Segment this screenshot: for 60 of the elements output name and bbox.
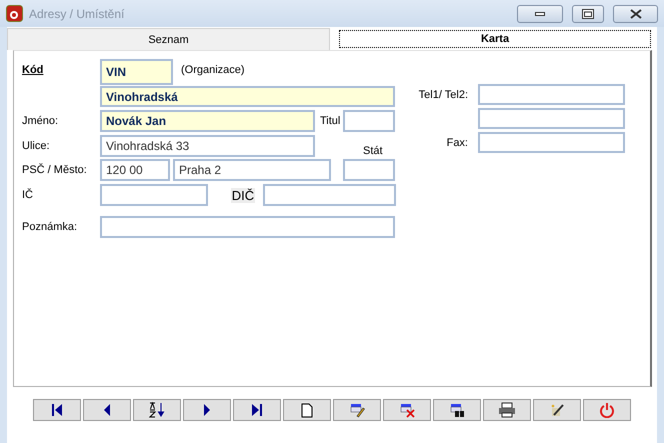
minimize-button[interactable] <box>517 4 563 22</box>
text-field[interactable]: 120 00 <box>100 159 170 181</box>
note-text: (Organizace) <box>181 64 246 76</box>
field-label: Fax: <box>446 136 468 148</box>
text-field[interactable]: VIN <box>100 59 173 85</box>
field-label: DIČ <box>231 188 255 202</box>
field-label: PSČ / Město: <box>22 164 88 176</box>
previous-record-icon <box>103 403 111 417</box>
delete-record-icon <box>399 402 415 418</box>
text-field[interactable] <box>263 184 396 206</box>
last-record-icon <box>251 403 263 417</box>
new-document-icon <box>301 402 313 418</box>
field-label: Jméno: <box>22 115 60 127</box>
field-label: Titul <box>320 115 342 127</box>
minimize-icon <box>535 12 545 16</box>
edit-record-button[interactable] <box>333 399 381 421</box>
text-field[interactable] <box>343 159 395 181</box>
find-record-icon <box>449 402 465 418</box>
tab[interactable]: Seznam <box>7 28 330 50</box>
last-record-button[interactable] <box>233 399 281 421</box>
text-field[interactable] <box>100 184 208 206</box>
sort-icon <box>149 402 165 418</box>
field-label: IČ <box>22 189 34 201</box>
text-field[interactable]: Vinohradská <box>100 86 395 107</box>
text-field[interactable] <box>478 84 625 105</box>
next-record-icon <box>203 403 211 417</box>
app-icon <box>6 5 23 22</box>
field-label: Tel1/ Tel2: <box>418 88 468 100</box>
text-field[interactable] <box>343 110 395 132</box>
power-button[interactable] <box>583 399 631 421</box>
text-field[interactable] <box>478 108 625 129</box>
maximize-button[interactable] <box>572 4 604 22</box>
field-label: Kód <box>22 64 44 76</box>
edit-record-icon <box>349 402 365 418</box>
wand-button[interactable] <box>533 399 581 421</box>
print-button[interactable] <box>483 399 531 421</box>
close-icon <box>630 8 642 18</box>
previous-record-button[interactable] <box>83 399 131 421</box>
close-button[interactable] <box>613 4 658 22</box>
power-icon <box>599 402 615 418</box>
print-icon <box>498 402 516 418</box>
find-record-button[interactable] <box>433 399 481 421</box>
window-title: Adresy / Umístění <box>29 6 126 20</box>
sort-button[interactable] <box>133 399 181 421</box>
field-label: Poznámka: <box>22 221 78 233</box>
first-record-button[interactable] <box>33 399 81 421</box>
next-record-button[interactable] <box>183 399 231 421</box>
text-field[interactable]: Praha 2 <box>173 159 331 181</box>
text-field[interactable]: Novák Jan <box>100 110 315 132</box>
field-label: Stát <box>363 145 384 157</box>
first-record-icon <box>51 403 63 417</box>
text-field[interactable] <box>100 216 395 238</box>
text-field[interactable]: Vinohradská 33 <box>100 134 315 156</box>
delete-record-button[interactable] <box>383 399 431 421</box>
field-label: Ulice: <box>22 140 51 152</box>
wand-icon <box>549 402 565 418</box>
new-document-button[interactable] <box>283 399 331 421</box>
maximize-icon <box>582 8 594 18</box>
text-field[interactable] <box>478 132 625 153</box>
tab[interactable]: Karta <box>339 30 651 48</box>
